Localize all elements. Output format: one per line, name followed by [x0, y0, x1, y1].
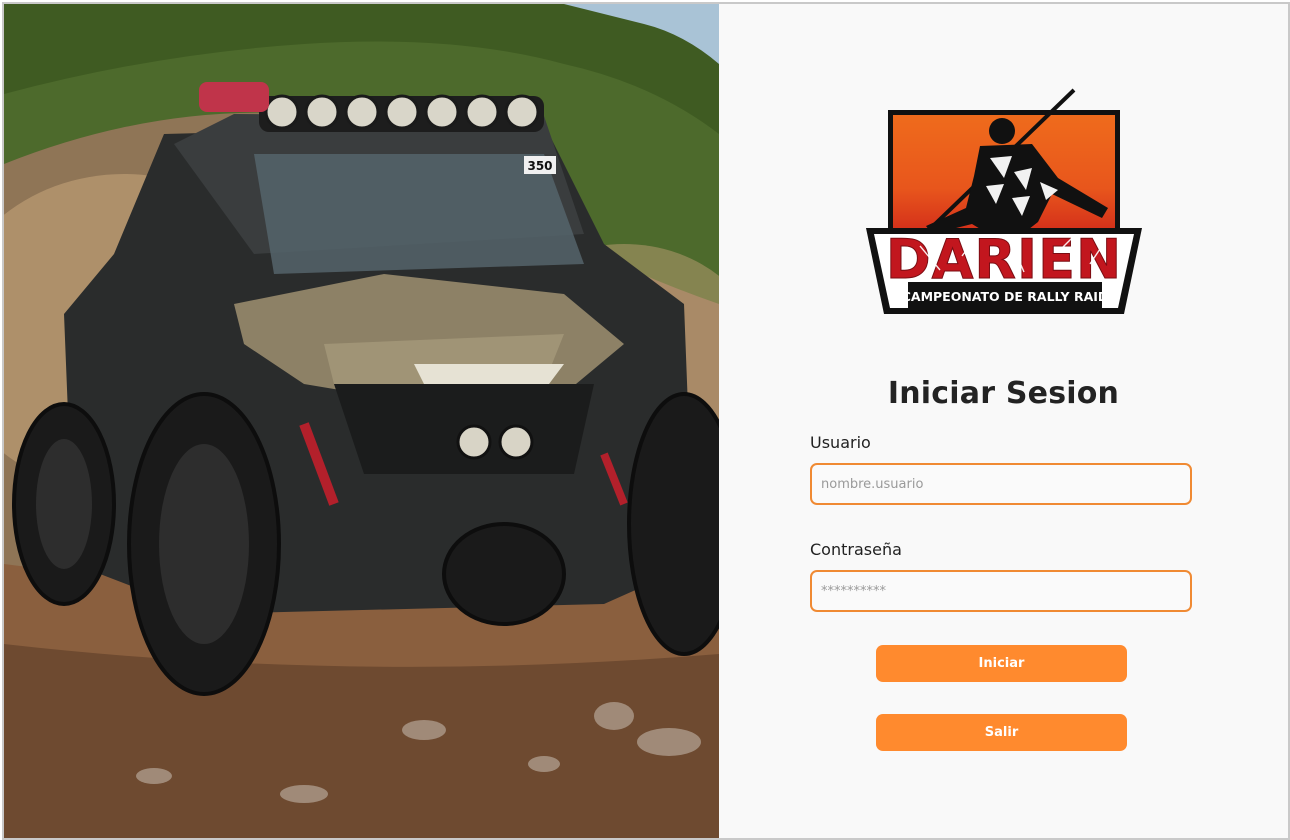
password-input[interactable] — [810, 570, 1192, 612]
login-panel: DARIEN CAMPEONATO DE RALLY RAID Iniciar … — [719, 4, 1288, 838]
password-label: Contraseña — [810, 540, 902, 559]
darien-logo: DARIEN CAMPEONATO DE RALLY RAID — [866, 88, 1142, 314]
exit-button[interactable]: Salir — [876, 714, 1127, 751]
logo-subtitle: CAMPEONATO DE RALLY RAID — [902, 289, 1109, 304]
username-input[interactable] — [810, 463, 1192, 505]
vehicle-number: 350 — [527, 159, 552, 173]
logo-brand-text: DARIEN — [886, 228, 1122, 291]
rally-vehicle-photo: 350 — [4, 4, 719, 838]
login-window: 350 DARIEN CAMPEONATO DE RALLY RAID Inic… — [2, 2, 1290, 840]
login-button[interactable]: Iniciar — [876, 645, 1127, 682]
username-label: Usuario — [810, 433, 871, 452]
page-title: Iniciar Sesion — [887, 376, 1120, 411]
